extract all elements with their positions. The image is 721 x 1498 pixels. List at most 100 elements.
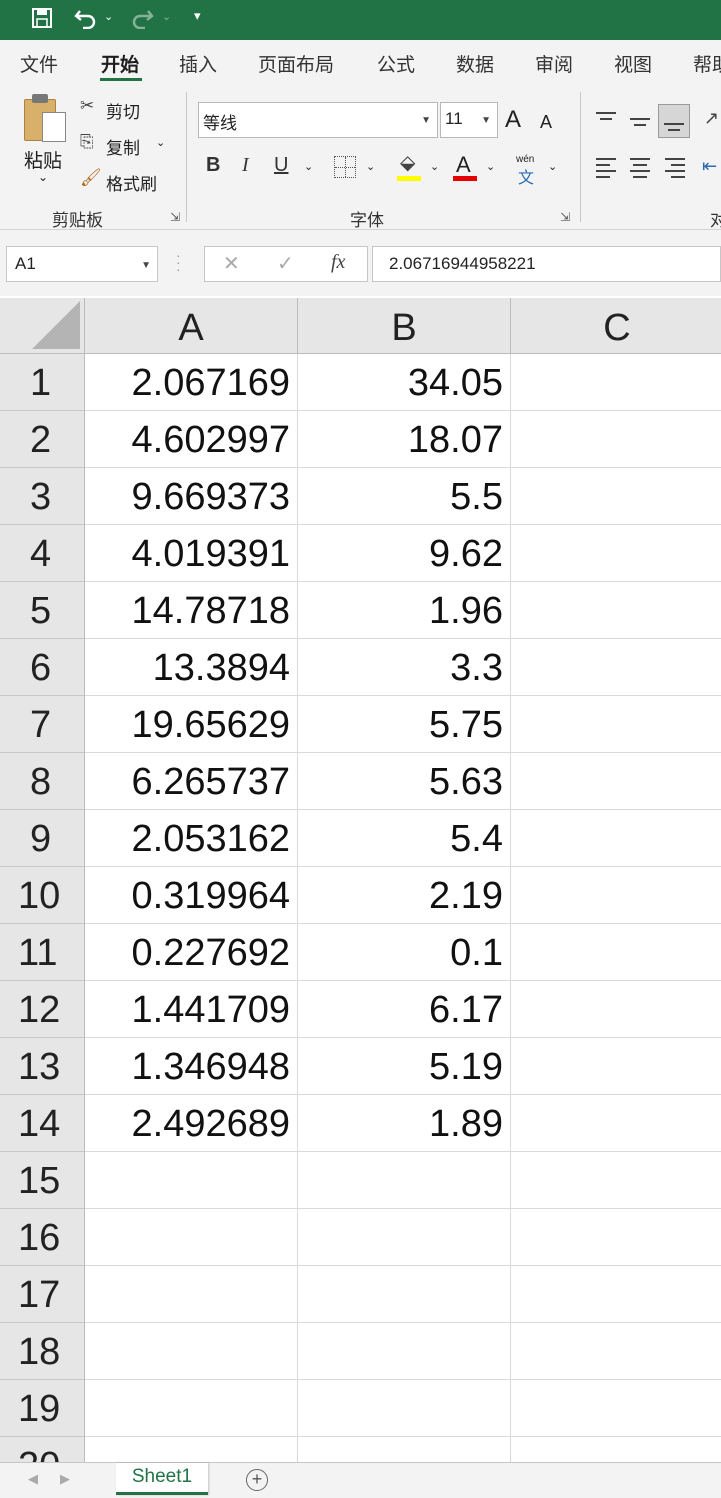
row-header[interactable]: 20: [0, 1437, 85, 1462]
tab-view[interactable]: 视图: [614, 50, 652, 77]
copy-button[interactable]: 复制: [106, 134, 140, 159]
cell-a5[interactable]: 14.78718: [85, 582, 298, 639]
cell-b2[interactable]: 18.07: [298, 411, 511, 468]
tab-file[interactable]: 文件: [20, 50, 58, 77]
cell-b9[interactable]: 5.4: [298, 810, 511, 867]
shrink-font-button[interactable]: A: [540, 112, 552, 133]
format-painter-icon[interactable]: 🖌: [80, 168, 102, 188]
cell-c6[interactable]: [511, 639, 721, 696]
cell-c19[interactable]: [511, 1380, 721, 1437]
tab-formulas[interactable]: 公式: [377, 50, 415, 77]
cell-c3[interactable]: [511, 468, 721, 525]
cell-a3[interactable]: 9.669373: [85, 468, 298, 525]
column-header-b[interactable]: B: [298, 298, 511, 354]
cell-c13[interactable]: [511, 1038, 721, 1095]
fill-color-icon[interactable]: ⬙: [400, 150, 415, 175]
cell-c4[interactable]: [511, 525, 721, 582]
decrease-indent-icon[interactable]: ⇤: [702, 156, 717, 177]
row-header[interactable]: 16: [0, 1209, 85, 1266]
undo-dropdown-icon[interactable]: ⌄: [104, 10, 113, 23]
clipboard-launcher-icon[interactable]: ⇲: [170, 210, 180, 224]
row-header[interactable]: 9: [0, 810, 85, 867]
cell-c15[interactable]: [511, 1152, 721, 1209]
cell-b1[interactable]: 34.05: [298, 354, 511, 411]
cell-c11[interactable]: [511, 924, 721, 981]
font-size-select[interactable]: 11 ▼: [440, 102, 498, 138]
borders-icon[interactable]: [334, 156, 356, 178]
row-header[interactable]: 10: [0, 867, 85, 924]
row-header[interactable]: 5: [0, 582, 85, 639]
cell-c14[interactable]: [511, 1095, 721, 1152]
font-launcher-icon[interactable]: ⇲: [560, 210, 570, 224]
tab-insert[interactable]: 插入: [179, 50, 217, 77]
cell-a17[interactable]: [85, 1266, 298, 1323]
cell-a14[interactable]: 2.492689: [85, 1095, 298, 1152]
cell-b8[interactable]: 5.63: [298, 753, 511, 810]
row-header[interactable]: 1: [0, 354, 85, 411]
insert-function-icon[interactable]: fx: [331, 251, 345, 274]
cell-c2[interactable]: [511, 411, 721, 468]
cell-c18[interactable]: [511, 1323, 721, 1380]
format-painter-button[interactable]: 格式刷: [106, 170, 157, 195]
cell-a10[interactable]: 0.319964: [85, 867, 298, 924]
tab-page-layout[interactable]: 页面布局: [258, 50, 334, 77]
cell-a20[interactable]: [85, 1437, 298, 1462]
cell-a7[interactable]: 19.65629: [85, 696, 298, 753]
underline-button[interactable]: U: [274, 154, 288, 177]
borders-dropdown-icon[interactable]: ⌄: [366, 160, 375, 173]
copy-dropdown-icon[interactable]: ⌄: [156, 136, 165, 149]
next-sheet-icon[interactable]: ▶: [60, 1471, 70, 1487]
row-header[interactable]: 6: [0, 639, 85, 696]
copy-icon[interactable]: ⎘: [80, 132, 94, 152]
align-bottom-button[interactable]: [658, 104, 690, 138]
cell-b7[interactable]: 5.75: [298, 696, 511, 753]
fill-color-dropdown-icon[interactable]: ⌄: [430, 160, 439, 173]
tab-data[interactable]: 数据: [456, 50, 494, 77]
cell-c10[interactable]: [511, 867, 721, 924]
column-header-c[interactable]: C: [511, 298, 721, 354]
cell-a1[interactable]: 2.067169: [85, 354, 298, 411]
cell-c16[interactable]: [511, 1209, 721, 1266]
orientation-icon[interactable]: ↗: [704, 108, 719, 129]
cell-b15[interactable]: [298, 1152, 511, 1209]
cell-c8[interactable]: [511, 753, 721, 810]
row-header[interactable]: 12: [0, 981, 85, 1038]
row-header[interactable]: 11: [0, 924, 85, 981]
cell-b6[interactable]: 3.3: [298, 639, 511, 696]
paste-button[interactable]: 粘贴: [24, 146, 62, 173]
customize-quick-access-icon[interactable]: ▾: [194, 8, 201, 24]
cell-a16[interactable]: [85, 1209, 298, 1266]
row-header[interactable]: 17: [0, 1266, 85, 1323]
bold-button[interactable]: B: [206, 154, 220, 177]
row-header[interactable]: 15: [0, 1152, 85, 1209]
cell-a12[interactable]: 1.441709: [85, 981, 298, 1038]
cell-b16[interactable]: [298, 1209, 511, 1266]
cell-a6[interactable]: 13.3894: [85, 639, 298, 696]
cell-b20[interactable]: [298, 1437, 511, 1462]
phonetic-dropdown-icon[interactable]: ⌄: [548, 160, 557, 173]
prev-sheet-icon[interactable]: ◀: [28, 1471, 38, 1487]
cell-c9[interactable]: [511, 810, 721, 867]
row-header[interactable]: 3: [0, 468, 85, 525]
formula-input[interactable]: 2.06716944958221: [372, 246, 721, 282]
cut-icon[interactable]: ✂: [80, 96, 94, 116]
cell-b18[interactable]: [298, 1323, 511, 1380]
cell-b19[interactable]: [298, 1380, 511, 1437]
undo-icon[interactable]: [72, 4, 100, 32]
tab-home[interactable]: 开始: [101, 50, 139, 77]
cell-a4[interactable]: 4.019391: [85, 525, 298, 582]
row-header[interactable]: 14: [0, 1095, 85, 1152]
cell-a2[interactable]: 4.602997: [85, 411, 298, 468]
cell-b13[interactable]: 5.19: [298, 1038, 511, 1095]
row-header[interactable]: 13: [0, 1038, 85, 1095]
cell-a19[interactable]: [85, 1380, 298, 1437]
cell-b3[interactable]: 5.5: [298, 468, 511, 525]
row-header[interactable]: 4: [0, 525, 85, 582]
cell-b12[interactable]: 6.17: [298, 981, 511, 1038]
phonetic-guide-icon[interactable]: 文: [518, 164, 534, 188]
add-sheet-button[interactable]: +: [246, 1469, 268, 1491]
paste-dropdown-icon[interactable]: ⌄: [38, 170, 48, 184]
cell-b11[interactable]: 0.1: [298, 924, 511, 981]
font-color-dropdown-icon[interactable]: ⌄: [486, 160, 495, 173]
cell-a9[interactable]: 2.053162: [85, 810, 298, 867]
